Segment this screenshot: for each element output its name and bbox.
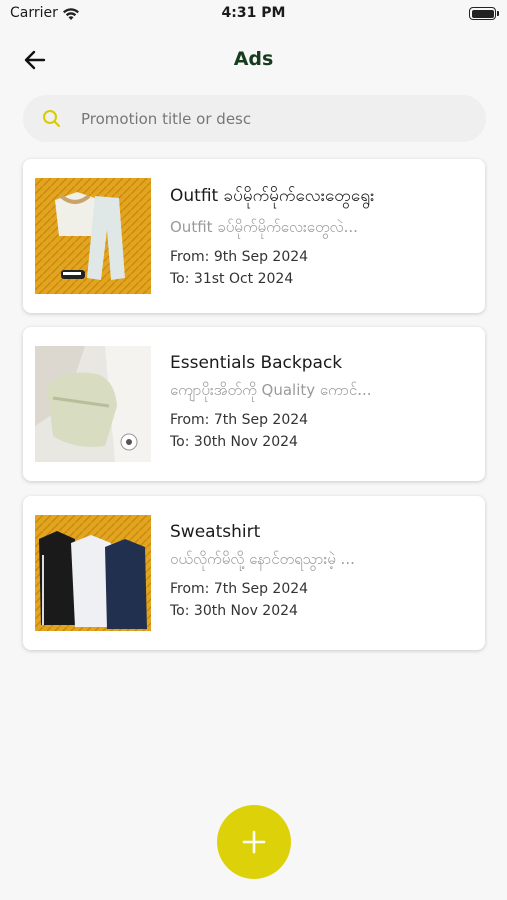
page-title: Ads: [233, 48, 274, 70]
ad-start-date: From: 7th Sep 2024: [170, 412, 309, 428]
ad-card[interactable]: Sweatshirt ဝယ်လိုက်မိလို့ နောင်တရသွားမဲ့…: [23, 496, 485, 650]
ad-start-date: From: 7th Sep 2024: [170, 581, 309, 597]
ad-card-content: Sweatshirt ဝယ်လိုက်မိလို့ နောင်တရသွားမဲ့…: [170, 522, 470, 622]
ad-card-content: Essentials Backpack ကျောပိုးအိတ်ကို Qual…: [170, 353, 470, 453]
battery-icon: [469, 7, 499, 20]
ad-title: Essentials Backpack: [170, 353, 343, 373]
plus-icon: [242, 830, 266, 854]
ad-thumbnail-outfit: [35, 178, 151, 294]
ad-thumbnail-sweatshirt: [35, 515, 151, 631]
status-bar: Carrier 4:31 PM: [0, 0, 507, 28]
ad-description: Outfit ခပ်မိုက်မိုက်လေးတွေလဲ...: [170, 218, 358, 236]
ad-card-content: Outfit ခပ်မိုက်မိုက်လေးတွေရွေး Outfit ခပ…: [170, 185, 470, 290]
clock: 4:31 PM: [221, 5, 286, 21]
ad-title: Outfit ခပ်မိုက်မိုက်လေးတွေရွေး: [170, 186, 375, 206]
add-ad-button[interactable]: [217, 805, 291, 879]
ad-end-date: To: 30th Nov 2024: [170, 434, 298, 450]
ad-title: Sweatshirt: [170, 522, 261, 542]
ad-end-date: To: 31st Oct 2024: [170, 271, 294, 287]
ad-description: ကျောပိုးအိတ်ကို Quality ကောင်...: [170, 381, 372, 399]
ad-end-date: To: 30th Nov 2024: [170, 603, 298, 619]
ad-start-date: From: 9th Sep 2024: [170, 249, 309, 265]
app-header: Ads: [0, 40, 507, 80]
ad-description: ဝယ်လိုက်မိလို့ နောင်တရသွားမဲ့ ...: [170, 550, 355, 568]
search-input[interactable]: [81, 109, 461, 128]
ad-card[interactable]: Outfit ခပ်မိုက်မိုက်လေးတွေရွေး Outfit ခပ…: [23, 159, 485, 313]
search-icon: [43, 109, 60, 127]
ad-thumbnail-backpack: [35, 346, 151, 462]
ad-card[interactable]: Essentials Backpack ကျောပိုးအိတ်ကို Qual…: [23, 327, 485, 481]
search-bar[interactable]: [23, 95, 486, 142]
